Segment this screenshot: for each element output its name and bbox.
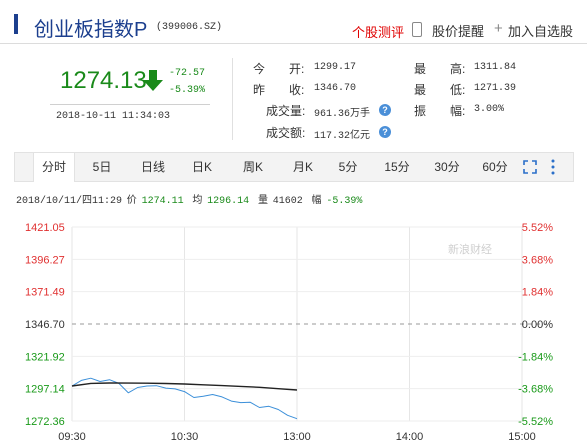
index-name: 创业板指数P	[34, 19, 148, 41]
chart-grid	[71, 226, 547, 422]
volume-value: 961.36万手	[314, 109, 371, 120]
low-label: 最 低:	[414, 83, 466, 97]
y-tick-label-left: 1421.05	[25, 222, 65, 234]
y-tick-label-right: 3.68%	[522, 254, 553, 266]
tab-30min[interactable]: 30分	[427, 153, 467, 181]
chart-x-labels: 09:30 10:30 13:00 14:00 15:00	[58, 431, 536, 443]
y-tick-label-left: 1396.27	[25, 254, 65, 266]
x-tick-label: 10:30	[171, 431, 199, 443]
info-pct-value: -5.39%	[326, 196, 363, 207]
volume-label: 成交量:	[266, 104, 306, 118]
chart-watermark: 新浪财经	[448, 242, 492, 256]
tab-intraday[interactable]: 分时	[33, 153, 75, 182]
x-tick-label: 09:30	[58, 431, 86, 443]
tab-monthly-k[interactable]: 月K	[283, 153, 323, 181]
index-code: (399006.SZ)	[156, 22, 223, 33]
y-tick-label-left: 1371.49	[25, 287, 65, 299]
low-value: 1271.39	[474, 83, 517, 94]
y-tick-label-right: -5.52%	[518, 416, 553, 428]
high-label: 最 高:	[414, 62, 466, 76]
tab-15min[interactable]: 15分	[377, 153, 417, 181]
y-tick-label-left: 1297.14	[25, 384, 65, 396]
y-tick-label-right: 0.00%	[522, 319, 553, 331]
tab-60min[interactable]: 60分	[475, 153, 515, 181]
price-divider	[50, 104, 210, 105]
quote-time: 2018-10-11 11:34:03	[56, 111, 171, 122]
x-tick-label: 13:00	[283, 431, 311, 443]
down-arrow-icon	[143, 70, 163, 91]
tab-weekly-k[interactable]: 周K	[233, 153, 273, 181]
info-vol-label: 量	[257, 195, 268, 206]
info-vol-value: 41602	[272, 196, 303, 207]
y-tick-label-right: -3.68%	[518, 384, 553, 396]
tab-daily-line[interactable]: 日线	[133, 153, 173, 181]
x-tick-label: 15:00	[508, 431, 536, 443]
current-price: 1274.13	[60, 67, 147, 94]
plus-icon: +	[494, 20, 503, 37]
expand-icon[interactable]	[523, 160, 537, 174]
open-label: 今 开:	[253, 62, 305, 76]
watermark-text: 新浪财经	[448, 242, 492, 256]
info-pct-label: 幅	[311, 195, 322, 206]
open-value: 1299.17	[314, 62, 357, 73]
info-price-value: 1274.11	[141, 196, 184, 207]
info-avg-label: 均	[192, 195, 203, 206]
y-tick-label-right: 1.84%	[522, 287, 553, 299]
add-favorite-label: 加入自选股	[508, 24, 574, 39]
prev-close-value: 1346.70	[314, 83, 357, 94]
change-absolute: -72.57	[169, 68, 206, 79]
hover-info-line: 2018/10/11/四11:29 价 1274.11 均 1296.14 量 …	[16, 191, 364, 207]
header: 创业板指数P (399006.SZ) 个股测评 股价提醒 + 加入自选股	[0, 0, 587, 44]
turnover-label: 成交额:	[266, 126, 306, 140]
turnover-value: 117.32亿元	[314, 131, 371, 142]
review-link[interactable]: 个股测评	[352, 22, 404, 41]
info-price-label: 价	[126, 195, 137, 206]
change-percent: -5.39%	[169, 85, 206, 96]
intraday-chart[interactable]: 1421.05 5.52% 1396.27 3.68% 1371.49 1.84% 1346…	[0, 210, 587, 443]
amplitude-value: 3.00%	[474, 104, 505, 115]
more-options-icon[interactable]	[550, 158, 556, 176]
y-tick-label-right: 5.52%	[522, 222, 553, 234]
tab-daily-k[interactable]: 日K	[185, 153, 219, 181]
quote-divider	[232, 58, 233, 140]
amplitude-label: 振 幅:	[414, 104, 466, 118]
info-avg-value: 1296.14	[207, 196, 250, 207]
info-datetime: 2018/10/11/四11:29	[16, 196, 123, 207]
brand-bar	[14, 14, 18, 34]
period-tabs: 分时 5日 日线 日K 周K 月K 5分 15分 30分 60分	[14, 152, 574, 182]
price-alert-label: 股价提醒	[432, 24, 485, 39]
high-value: 1311.84	[474, 62, 517, 73]
turnover-help-icon[interactable]: ?	[379, 126, 391, 138]
y-tick-label-left: 1272.36	[25, 416, 65, 428]
y-tick-label-left: 1321.92	[25, 351, 65, 363]
volume-help-icon[interactable]: ?	[379, 104, 391, 116]
y-tick-label-left: 1346.70	[25, 319, 65, 331]
phone-icon	[412, 22, 422, 37]
tab-5day[interactable]: 5日	[85, 153, 119, 181]
x-tick-label: 14:00	[396, 431, 424, 443]
prev-close-label: 昨 收:	[253, 83, 305, 97]
tab-5min[interactable]: 5分	[331, 153, 365, 181]
y-tick-label-right: -1.84%	[518, 351, 553, 363]
